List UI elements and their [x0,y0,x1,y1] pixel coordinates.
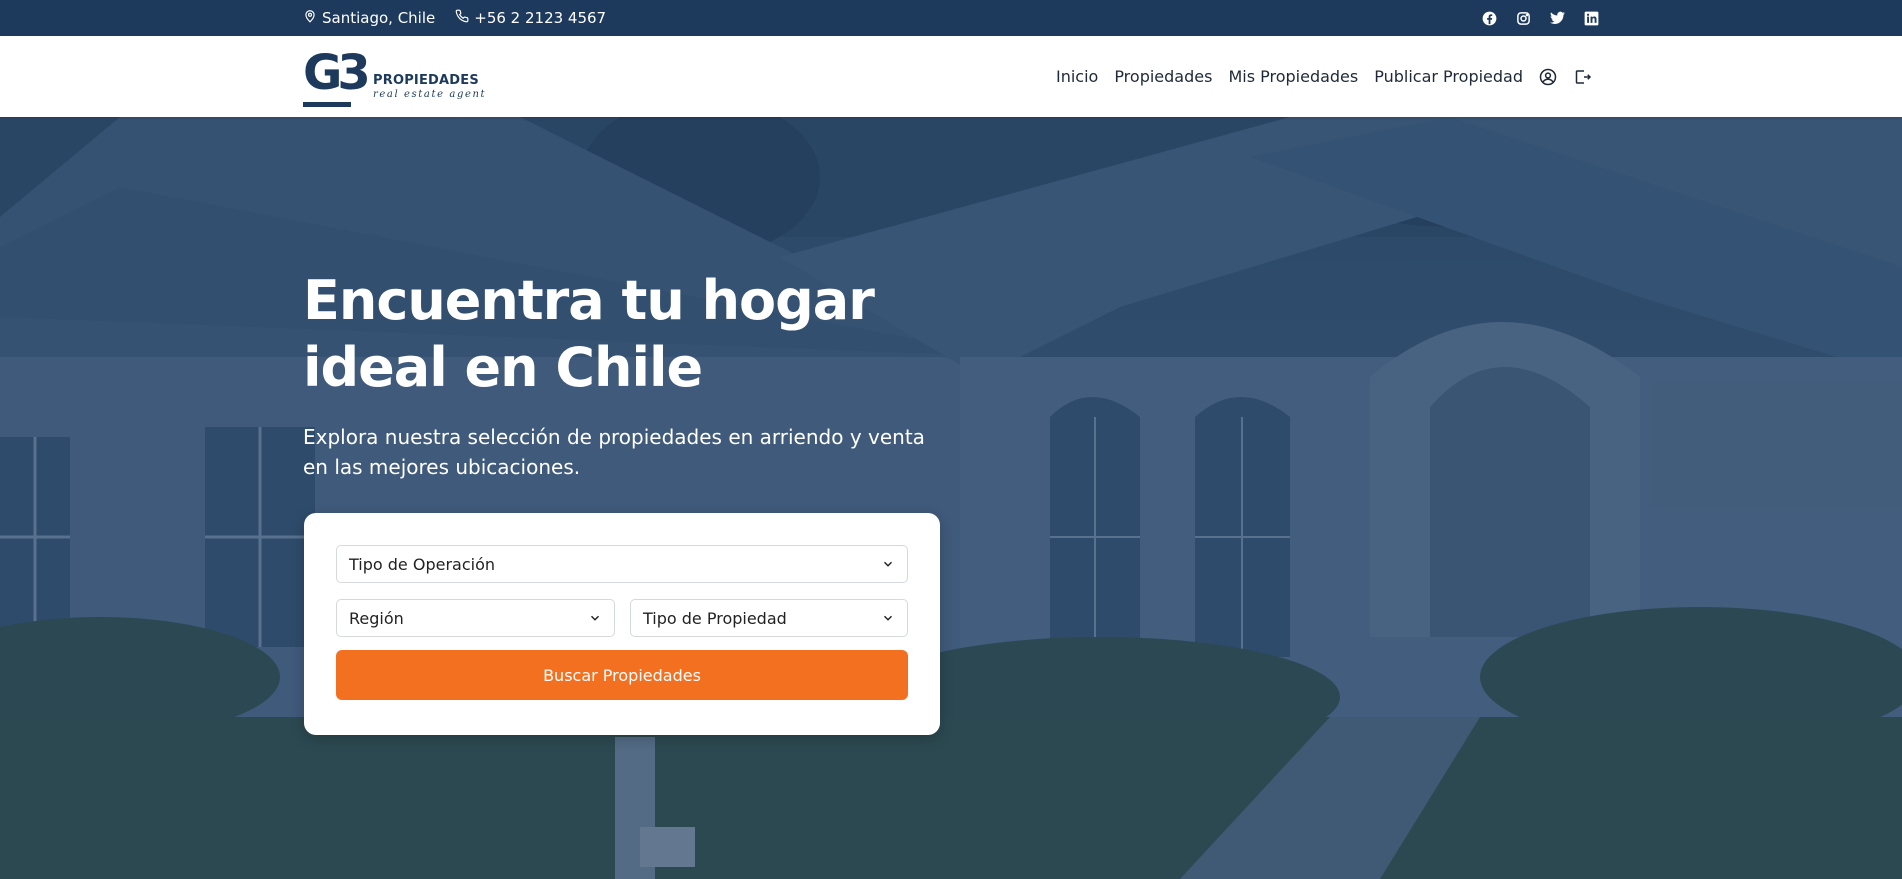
logo-mark: G3 [303,44,371,101]
region-select[interactable]: Región [336,599,615,637]
nav-propiedades[interactable]: Propiedades [1114,67,1212,86]
hero-subtitle: Explora nuestra selección de propiedades… [303,425,925,479]
nav-inicio[interactable]: Inicio [1056,67,1098,86]
hero-overlay [0,117,1902,879]
phone-icon [455,9,469,27]
map-pin-icon [303,9,317,27]
hero-section: Encuentra tu hogar ideal en Chile Explor… [0,117,1902,879]
nav-publicar-propiedad[interactable]: Publicar Propiedad [1374,67,1523,86]
location-text: Santiago, Chile [322,9,436,27]
logout-icon[interactable] [1573,68,1592,86]
phone-info: +56 2 2123 4567 [455,9,606,27]
logo[interactable]: G3 PROPIEDADES real estate agent [303,47,493,107]
twitter-icon[interactable] [1550,11,1565,25]
top-info-bar: Santiago, Chile +56 2 2123 4567 [0,0,1902,36]
operation-type-value: Tipo de Operación [349,554,495,574]
logo-name: PROPIEDADES [373,72,479,88]
phone-text: +56 2 2123 4567 [474,9,607,27]
user-icon[interactable] [1539,68,1557,86]
region-value: Región [349,608,404,628]
logo-underline [303,101,351,107]
operation-type-select[interactable]: Tipo de Operación [336,545,908,583]
hero-title: Encuentra tu hogar ideal en Chile [303,269,875,399]
search-properties-button[interactable]: Buscar Propiedades [336,650,908,700]
linkedin-icon[interactable] [1584,11,1599,26]
location-info: Santiago, Chile [303,9,435,27]
instagram-icon[interactable] [1516,11,1531,26]
facebook-icon[interactable] [1482,11,1497,26]
main-nav: Inicio Propiedades Mis Propiedades Publi… [1056,67,1592,86]
chevron-down-icon [881,611,895,625]
chevron-down-icon [881,557,895,571]
property-type-select[interactable]: Tipo de Propiedad [630,599,908,637]
site-header: G3 PROPIEDADES real estate agent Inicio … [0,36,1902,117]
search-card: Tipo de Operación Región Tipo de Propied… [304,513,940,735]
nav-mis-propiedades[interactable]: Mis Propiedades [1228,67,1358,86]
logo-tagline: real estate agent [373,88,487,100]
property-type-value: Tipo de Propiedad [643,608,787,628]
chevron-down-icon [588,611,602,625]
